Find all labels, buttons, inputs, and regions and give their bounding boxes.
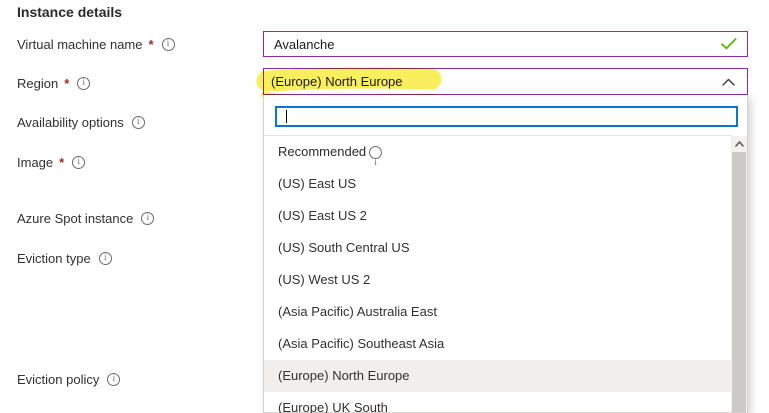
info-icon[interactable]: [77, 77, 90, 90]
chevron-up-icon: [722, 78, 735, 86]
scrollbar[interactable]: [731, 136, 747, 412]
field-label-availability-options: Availability options: [17, 115, 145, 130]
vm-name-value: Avalanche: [274, 37, 721, 52]
scrollbar-thumb[interactable]: [732, 152, 746, 412]
text-caret: [286, 110, 287, 123]
vm-name-input[interactable]: Avalanche: [263, 31, 748, 57]
region-option-highlighted[interactable]: (Europe) North Europe: [264, 360, 731, 392]
region-option[interactable]: (US) East US: [264, 168, 731, 200]
region-option[interactable]: (US) South Central US: [264, 232, 731, 264]
group-header-recommended: Recommended: [264, 136, 731, 168]
field-label-region: Region*: [17, 76, 90, 91]
info-icon[interactable]: [99, 252, 112, 265]
valid-check-icon: [721, 38, 737, 50]
region-option[interactable]: (US) East US 2: [264, 200, 731, 232]
field-label-azure-spot-instance: Azure Spot instance: [17, 211, 154, 226]
info-icon[interactable]: [72, 156, 85, 169]
region-option[interactable]: (Asia Pacific) Southeast Asia: [264, 328, 731, 360]
field-label-eviction-type: Eviction type: [17, 251, 112, 266]
region-option[interactable]: (Europe) UK South: [264, 392, 731, 413]
region-search-input[interactable]: [275, 106, 738, 127]
region-option[interactable]: (Asia Pacific) Australia East: [264, 296, 731, 328]
info-icon[interactable]: [162, 38, 175, 51]
info-icon[interactable]: [141, 212, 154, 225]
section-title: Instance details: [17, 4, 122, 20]
region-option[interactable]: (US) West US 2: [264, 264, 731, 296]
chevron-up-icon: [735, 141, 744, 147]
field-label-vm-name: Virtual machine name*: [17, 37, 175, 52]
scrollbar-up-button[interactable]: [731, 136, 747, 151]
info-icon[interactable]: [107, 373, 120, 386]
azure-create-vm-instance-details: Instance details Virtual machine name* R…: [0, 0, 769, 413]
info-icon[interactable]: [369, 146, 382, 159]
region-options-list: Recommended (US) East US (US) East US 2 …: [264, 136, 731, 413]
field-label-image: Image*: [17, 155, 85, 170]
region-dropdown[interactable]: (Europe) North Europe: [263, 68, 748, 95]
field-label-eviction-policy: Eviction policy: [17, 372, 120, 387]
region-dropdown-panel: Recommended (US) East US (US) East US 2 …: [263, 95, 748, 413]
region-selected-value: (Europe) North Europe: [271, 74, 722, 89]
info-icon[interactable]: [132, 116, 145, 129]
